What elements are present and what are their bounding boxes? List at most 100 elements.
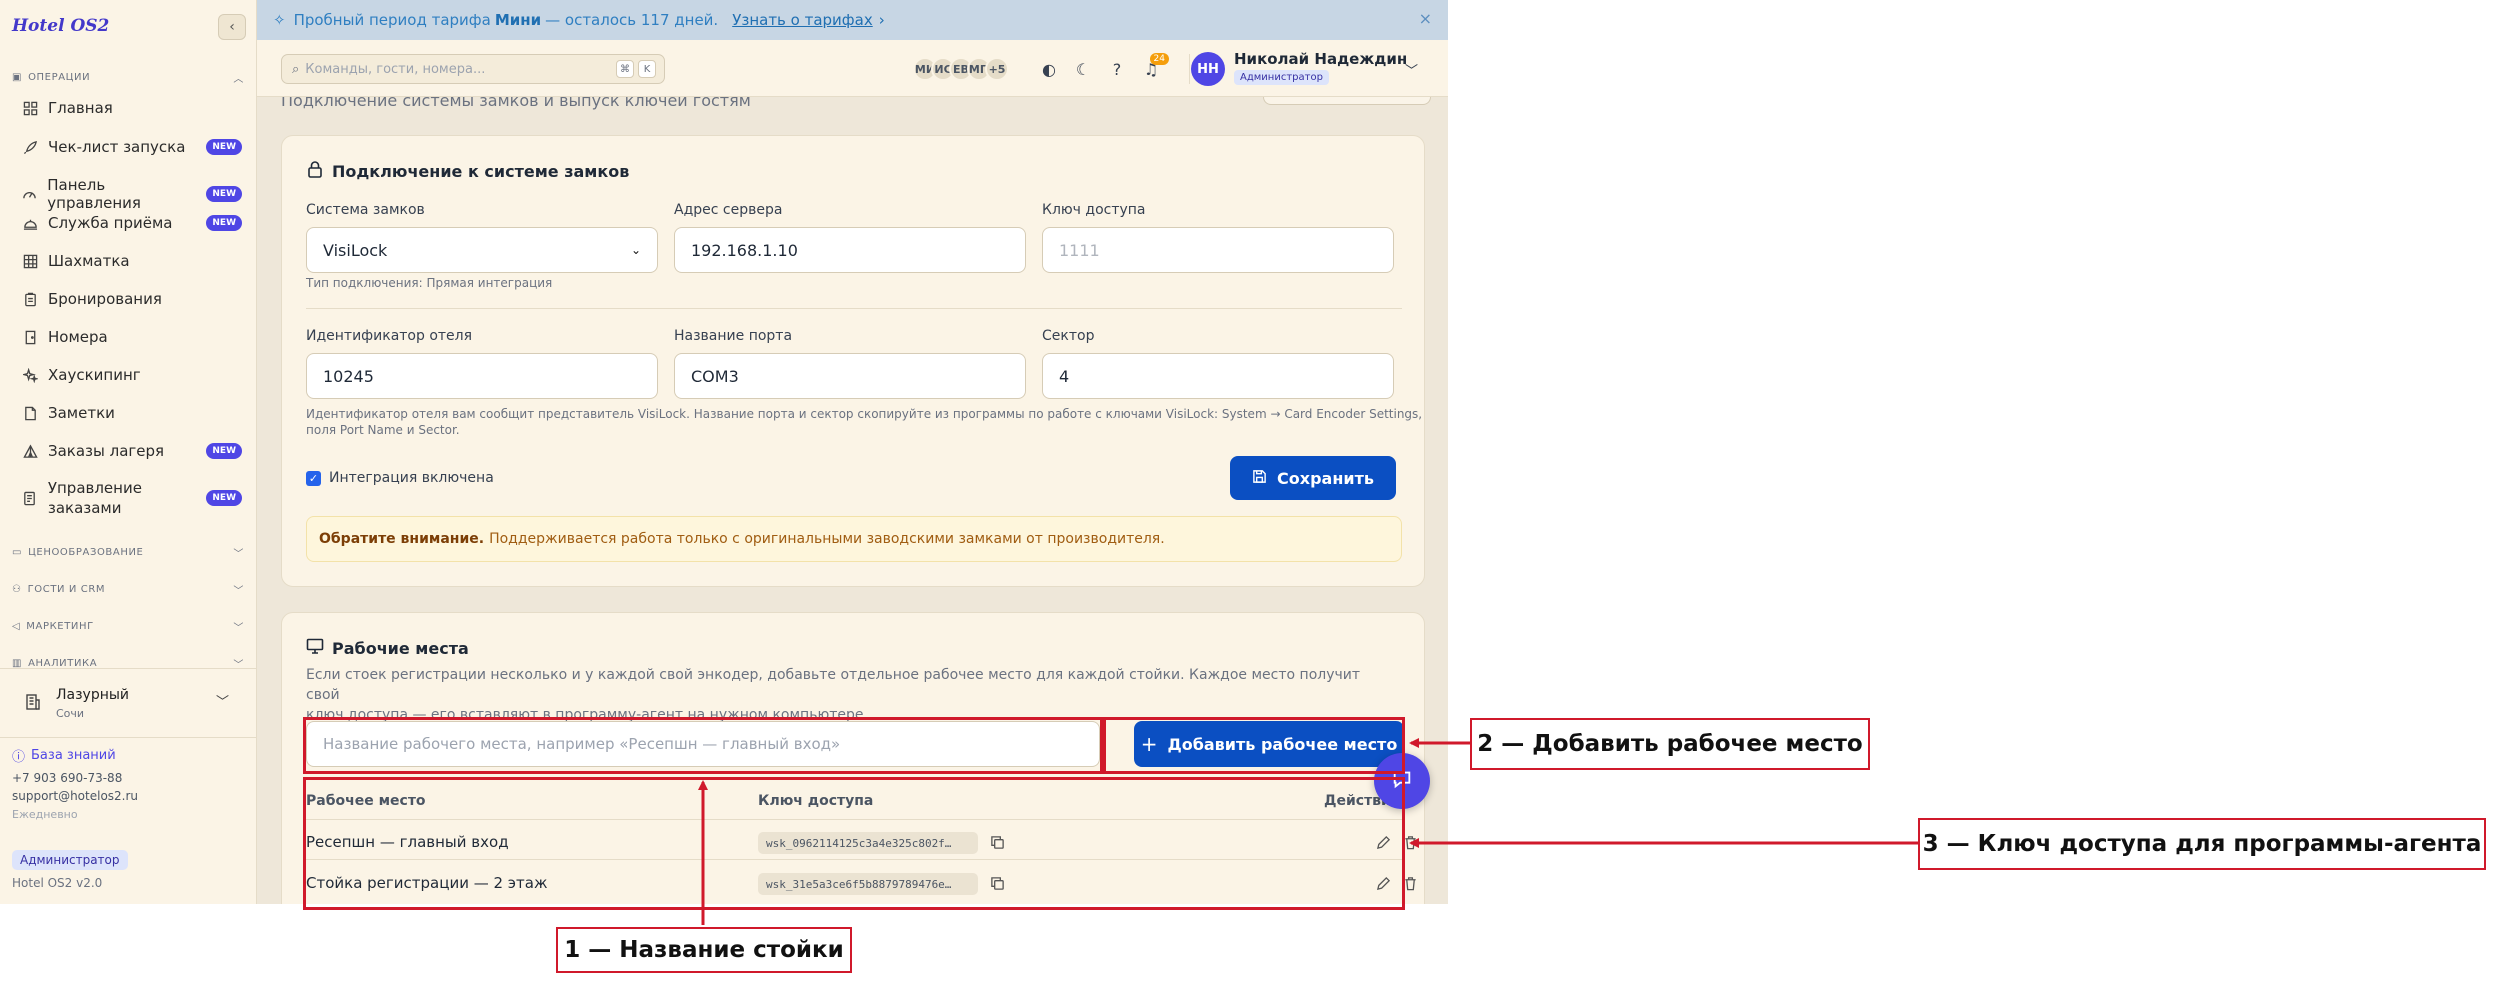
support-email[interactable]: support@hotelos2.ru <box>12 789 138 803</box>
avatar-more: +5 <box>985 57 1009 81</box>
grid-icon <box>22 100 38 116</box>
user-name[interactable]: Николай Надеждин <box>1234 50 1407 68</box>
top-header: ⌕ Команды, гости, номера... ⌘ K МИ ИС ЕВ… <box>257 40 1448 97</box>
monitor-icon <box>306 637 324 659</box>
tent-icon <box>22 443 38 459</box>
chevron-right-icon: › <box>878 11 885 29</box>
user-avatar[interactable]: НН <box>1191 52 1225 86</box>
annotation-label-2: 2 — Добавить рабочее место <box>1470 718 1870 770</box>
app-version: Hotel OS2 v2.0 <box>12 876 103 890</box>
port-name-input[interactable]: COM3 <box>674 353 1026 399</box>
settings-hint-line1: Идентификатор отеля вам сообщит представ… <box>306 407 1423 421</box>
section-operations[interactable]: ▣ ОПЕРАЦИИ ︿ <box>12 70 244 85</box>
access-key-input[interactable]: 1111 <box>1042 227 1394 273</box>
price-tag-icon: ▭ <box>12 547 23 558</box>
new-badge: NEW <box>206 186 242 202</box>
close-icon[interactable]: × <box>1419 9 1432 28</box>
sidebar-item-bookings[interactable]: Бронирования <box>22 290 242 308</box>
settings-hint-line2: поля Port Name и Sector. <box>306 423 460 437</box>
save-button[interactable]: Сохранить <box>1230 456 1396 500</box>
new-badge: NEW <box>206 443 242 459</box>
table-icon <box>22 253 38 269</box>
hotel-switcher[interactable]: Лазурный Сочи ﹀ <box>0 668 257 738</box>
header-action-button[interactable] <box>1263 97 1431 105</box>
form-divider <box>306 308 1402 309</box>
clipboard-icon <box>22 291 38 307</box>
new-badge: NEW <box>206 215 242 231</box>
sidebar-item-chessboard[interactable]: Шахматка <box>22 252 242 270</box>
sidebar-item-home[interactable]: Главная <box>22 99 242 117</box>
annotation-label-3: 3 — Ключ доступа для программы-агента <box>1918 818 2486 870</box>
note-icon <box>22 405 38 421</box>
support-phone[interactable]: +7 903 690-73-88 <box>12 771 122 785</box>
user-role-badge: Администратор <box>1234 70 1329 85</box>
lock-card-title: Подключение к системе замков <box>306 160 629 182</box>
chevron-left-icon: ‹ <box>229 19 235 35</box>
save-icon <box>1252 469 1267 488</box>
sidebar-item-housekeeping[interactable]: Хаускипинг <box>22 366 242 384</box>
lock-system-label: Система замков <box>306 202 425 218</box>
help-circle-icon: ⓘ <box>12 750 26 765</box>
sidebar-item-launch-checklist[interactable]: Чек-лист запуска NEW <box>22 138 242 156</box>
building-icon <box>24 693 42 711</box>
chevron-down-icon: ﹀ <box>233 586 244 597</box>
hotel-name: Лазурный <box>56 687 130 703</box>
sidebar-item-dashboard[interactable]: Панель управления NEW <box>22 176 242 212</box>
sparkle-icon: ✧ <box>273 11 286 29</box>
server-address-input[interactable]: 192.168.1.10 <box>674 227 1026 273</box>
hotel-city: Сочи <box>56 707 85 720</box>
annotation-box-input <box>303 717 1103 774</box>
sector-input[interactable]: 4 <box>1042 353 1394 399</box>
hotel-id-input[interactable]: 10245 <box>306 353 658 399</box>
knowledge-base-link[interactable]: ⓘ База знаний <box>12 746 116 765</box>
hotel-id-label: Идентификатор отеля <box>306 328 473 344</box>
access-key-label: Ключ доступа <box>1042 202 1146 218</box>
brand-logo[interactable]: Hotel OS2 <box>12 16 109 36</box>
trash-icon[interactable] <box>1403 876 1419 892</box>
sidebar-item-notes[interactable]: Заметки <box>22 404 242 422</box>
command-search-input[interactable]: ⌕ Команды, гости, номера... ⌘ K <box>281 54 665 84</box>
moon-icon[interactable]: ☾ <box>1071 57 1095 81</box>
workplaces-description: Если стоек регистрации несколько и у каж… <box>306 667 1361 723</box>
kbd-key: ⌘ <box>616 60 634 78</box>
chevron-down-icon: ﹀ <box>216 695 230 710</box>
notification-count: 24 <box>1149 53 1169 65</box>
new-badge: NEW <box>206 490 242 506</box>
lock-icon <box>306 160 324 182</box>
sparkle-icon <box>22 367 38 383</box>
bell-icon[interactable]: ♫ 24 <box>1139 53 1169 81</box>
help-icon[interactable]: ? <box>1105 57 1129 81</box>
chevron-down-icon[interactable]: ﹀ <box>1405 60 1418 79</box>
door-icon <box>22 329 38 345</box>
sidebar-item-camp-orders[interactable]: Заказы лагеря NEW <box>22 442 242 460</box>
integration-enabled-checkbox[interactable]: ✓ Интеграция включена <box>306 470 494 486</box>
pricing-link[interactable]: Узнать о тарифах <box>732 11 873 29</box>
bell-desk-icon <box>22 215 38 231</box>
connection-type-hint: Тип подключения: Прямая интеграция <box>306 276 553 290</box>
annotation-label-1: 1 — Название стойки <box>556 927 852 973</box>
trash-icon[interactable] <box>1403 835 1419 851</box>
palette-icon[interactable]: ◐ <box>1037 57 1061 81</box>
sidebar-item-rooms[interactable]: Номера <box>22 328 242 346</box>
sidebar-item-order-management[interactable]: Управление заказами NEW <box>22 478 242 518</box>
section-marketing[interactable]: ◁ МАРКЕТИНГ ﹀ <box>12 619 244 634</box>
annotation-box-table <box>303 777 1405 910</box>
section-guests-crm[interactable]: ⚇ ГОСТИ И CRM ﹀ <box>12 582 244 597</box>
new-badge: NEW <box>206 139 242 155</box>
page-subtitle: Подключение системы замков и выпуск ключ… <box>281 97 751 110</box>
lock-system-select[interactable]: VisiLock ⌄ <box>306 227 658 273</box>
online-users[interactable]: МИ ИС ЕВ МП +5 <box>913 57 1009 81</box>
sector-label: Сектор <box>1042 328 1095 344</box>
lock-system-card: Подключение к системе замков Система зам… <box>281 135 1425 587</box>
server-address-label: Адрес сервера <box>674 202 783 218</box>
briefcase-icon: ▣ <box>12 72 23 83</box>
chevron-up-icon: ︿ <box>233 74 244 85</box>
section-pricing[interactable]: ▭ ЦЕНООБРАЗОВАНИЕ ﹀ <box>12 545 244 560</box>
search-icon: ⌕ <box>292 61 300 77</box>
megaphone-icon: ◁ <box>12 621 21 632</box>
gauge-icon <box>22 186 37 202</box>
sidebar-item-front-desk[interactable]: Служба приёма NEW <box>22 214 242 232</box>
rocket-icon <box>22 139 38 155</box>
checkmark-icon: ✓ <box>306 470 321 486</box>
collapse-sidebar-button[interactable]: ‹ <box>218 14 246 40</box>
